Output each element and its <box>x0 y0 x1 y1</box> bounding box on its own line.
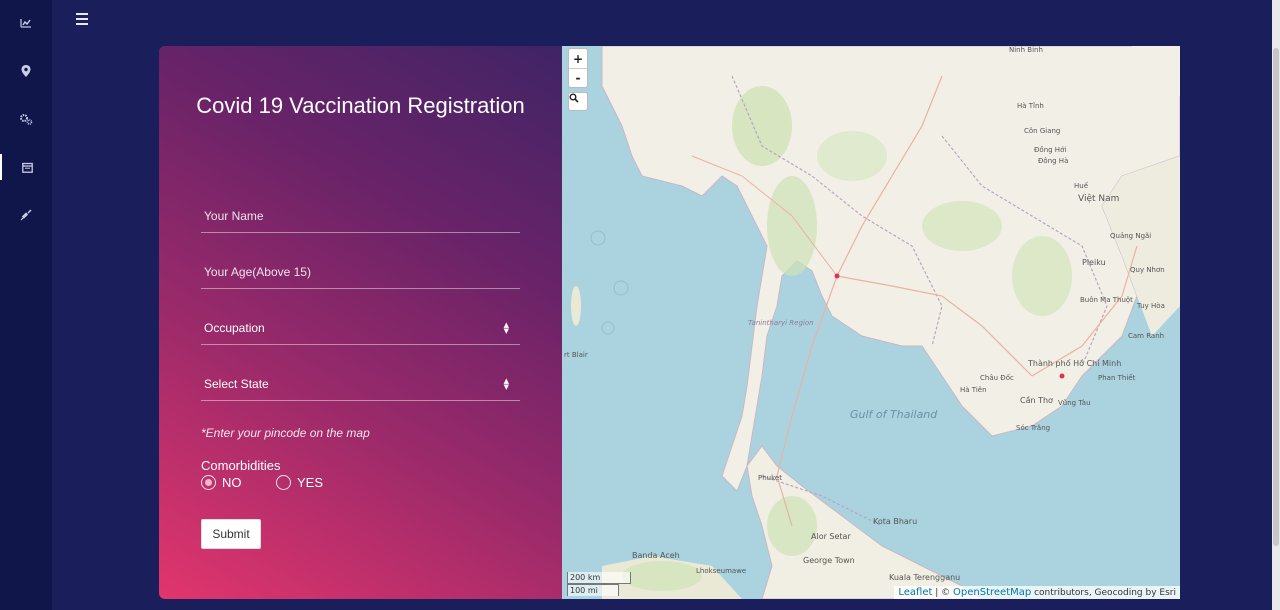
sidebar <box>0 0 52 610</box>
radio-yes-label: YES <box>297 475 324 490</box>
map-label-chau-doc: Châu Đốc <box>980 374 1014 382</box>
radio-no-label: NO <box>222 475 242 490</box>
gears-icon <box>20 114 33 125</box>
map-label-phuket: Phuket <box>758 474 782 482</box>
submit-button[interactable]: Submit <box>201 519 261 549</box>
occupation-select[interactable]: Occupation ▲ ▼ <box>201 311 520 345</box>
map-scale: 200 km 100 mi <box>567 572 631 596</box>
city-dot <box>1059 373 1065 379</box>
attribution-separator: | © <box>932 588 954 598</box>
calendar-icon <box>21 162 33 173</box>
zoom-in-button[interactable]: + <box>569 49 587 68</box>
map-label-dong-ha: Đông Hà <box>1038 157 1069 165</box>
sidebar-item-calendar[interactable] <box>0 154 52 180</box>
name-field[interactable] <box>201 199 520 233</box>
map-label-cam-ranh: Cam Ranh <box>1128 332 1165 340</box>
map-label-can-tho: Cần Thơ <box>1020 396 1053 405</box>
forest-patch <box>767 176 817 276</box>
hamburger-icon-bar <box>76 18 88 20</box>
map-label-buon-ma: Buôn Ma Thuột <box>1080 296 1133 304</box>
map-label-vung-tau: Vũng Tàu <box>1058 399 1091 407</box>
map-label-vietnam: Việt Nam <box>1078 194 1120 204</box>
sidebar-item-location[interactable] <box>0 58 52 84</box>
map-label-con-giang: Côn Giang <box>1024 127 1061 135</box>
attribution-text: contributors, Geocoding by Esri <box>1031 588 1176 598</box>
osm-link[interactable]: OpenStreetMap <box>953 587 1031 598</box>
comorbidities-label: Comorbidities <box>201 458 281 473</box>
map-label-ha-tinh: Hà Tĩnh <box>1017 102 1044 110</box>
map-label-ninh-binh: Ninh Binh <box>1009 46 1043 54</box>
forest-patch <box>622 561 702 591</box>
hamburger-icon-bar <box>76 23 88 25</box>
occupation-select-value: Occupation <box>204 320 265 335</box>
map-label-region: Tanintharyi Region <box>748 319 814 327</box>
island <box>571 286 581 326</box>
forest-patch <box>732 86 792 166</box>
map-label-george-town: George Town <box>803 556 855 565</box>
map-label-thanh-pho: Thành phố Hồ Chí Minh <box>1028 359 1122 368</box>
menu-toggle-button[interactable] <box>76 10 94 28</box>
syringe-icon <box>20 209 32 221</box>
registration-form-panel: Covid 19 Vaccination Registration Occupa… <box>159 46 562 599</box>
map-label-soc-trang: Sóc Trăng <box>1016 424 1051 432</box>
radio-selected-dot <box>205 479 212 486</box>
island <box>590 230 606 246</box>
hamburger-icon-bar <box>76 13 88 15</box>
location-pin-icon <box>21 65 31 77</box>
search-icon <box>569 93 579 103</box>
sidebar-item-vaccine[interactable] <box>0 202 52 228</box>
age-input[interactable] <box>204 264 520 279</box>
island <box>613 280 629 296</box>
state-select-value: Select State <box>204 376 269 391</box>
radio-option-yes[interactable]: YES <box>276 475 323 490</box>
map-attribution: Leaflet | © OpenStreetMap contributors, … <box>894 586 1180 599</box>
zoom-control: + - <box>568 48 588 88</box>
scale-km: 200 km <box>567 572 631 584</box>
radio-no[interactable] <box>201 475 216 490</box>
forest-patch <box>922 201 1002 251</box>
state-select[interactable]: Select State ▲ ▼ <box>201 367 520 401</box>
radio-yes[interactable] <box>276 475 291 490</box>
radio-option-no[interactable]: NO <box>201 475 242 490</box>
island <box>601 321 615 335</box>
sidebar-item-chart[interactable] <box>0 10 52 36</box>
chart-icon <box>20 19 31 28</box>
map-label-banda-aceh: Banda Aceh <box>632 551 680 560</box>
forest-patch <box>1012 236 1072 316</box>
map-label-alor-setar: Alor Setar <box>811 532 851 541</box>
sidebar-item-settings[interactable] <box>0 106 52 132</box>
map-label-kota-bharu: Kota Bharu <box>873 517 918 526</box>
map-label-lhokseumawe: Lhokseumawe <box>696 567 747 575</box>
page-scrollbar[interactable] <box>1272 0 1280 610</box>
map-search-button[interactable] <box>568 92 588 111</box>
city-dot <box>834 273 840 279</box>
sort-icon: ▲ ▼ <box>503 321 509 335</box>
map-label-hue: Huế <box>1074 182 1089 190</box>
map-label-port-blair: rt Blair <box>564 351 588 359</box>
name-input[interactable] <box>204 208 520 223</box>
land-myanmar-thailand <box>601 46 1180 492</box>
map-label-gulf: Gulf of Thailand <box>850 408 938 421</box>
forest-patch <box>817 131 887 181</box>
map-label-phan-thiet: Phan Thiết <box>1098 374 1136 382</box>
sort-icon: ▲ ▼ <box>503 377 509 391</box>
form-title: Covid 19 Vaccination Registration <box>196 93 525 118</box>
map-label-quy-nhon: Quy Nhơn <box>1130 266 1165 274</box>
map-label-quang-ngai: Quảng Ngãi <box>1110 232 1152 240</box>
map-tiles <box>571 46 1180 599</box>
map-label-kuala-terengganu: Kuala Terengganu <box>889 573 961 582</box>
scale-mi: 100 mi <box>567 584 619 596</box>
zoom-out-button[interactable]: - <box>569 68 587 87</box>
map-label-pleiku: Pleiku <box>1082 258 1106 267</box>
map-label-dong-hoi: Đồng Hới <box>1034 146 1067 154</box>
leaflet-link[interactable]: Leaflet <box>898 587 932 598</box>
age-field[interactable] <box>201 255 520 289</box>
map-view[interactable]: Gulf of Thailand Tanintharyi Region Việt… <box>562 46 1180 599</box>
map-label-ha-tien: Hà Tiên <box>960 386 987 394</box>
scrollbar-thumb[interactable] <box>1273 48 1279 546</box>
map-label-tuy-hoa: Tuy Hòa <box>1137 302 1165 310</box>
pincode-hint: *Enter your pincode on the map <box>201 426 370 440</box>
